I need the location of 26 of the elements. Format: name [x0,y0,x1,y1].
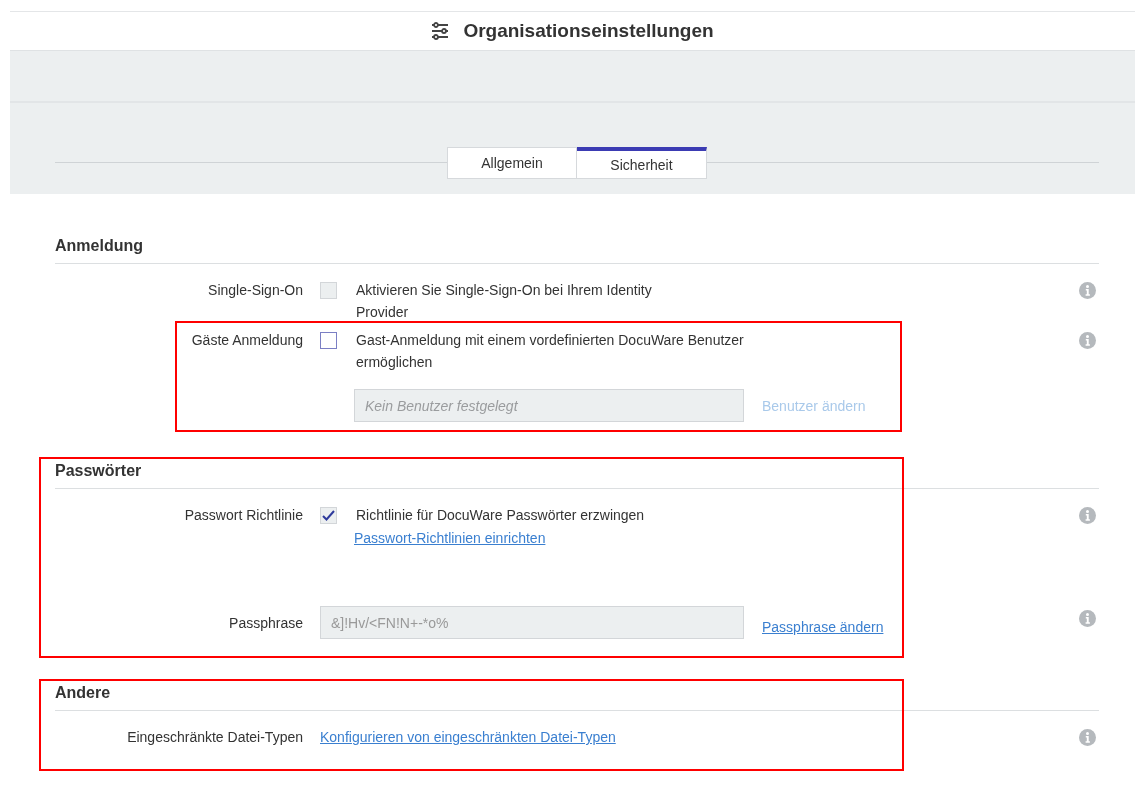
settings-icon [431,22,450,40]
passphrase-field[interactable]: &]!Hv/<FN!N+-*o% [320,606,744,639]
setting-label: Passphrase [229,614,303,633]
setting-label: Single-Sign-On [208,281,303,300]
tab[interactable]: Allgemein [447,147,577,179]
info-icon[interactable] [1079,332,1096,349]
page-title: Organisationseinstellungen [463,20,714,42]
section-heading: Passwörter [55,460,1099,489]
info-icon[interactable] [1079,282,1096,299]
link[interactable]: Konfigurieren von eingeschränkten Datei-Typen [320,729,616,745]
setting-label: Gäste Anmeldung [191,331,303,350]
user-field[interactable]: Kein Benutzer festgelegt [354,389,744,422]
section-heading: Andere [55,682,1099,711]
checkbox-label: Aktivieren Sie Single-Sign-On bei Ihrem Identity Provider [356,281,653,322]
section-heading: Anmeldung [55,235,1099,264]
link[interactable]: Passwort-Richtlinien einrichten [354,530,546,546]
tab[interactable]: Sicherheit [577,147,707,179]
checkbox[interactable] [320,332,337,349]
info-icon[interactable] [1079,729,1096,746]
setting-label: Passwort Richtlinie [184,506,303,525]
checkbox-label: Richtlinie für DocuWare Passwörter erzwingen [356,506,645,525]
setting-label: Eingeschränkte Datei-Typen [127,728,303,747]
info-icon[interactable] [1079,610,1096,627]
checkbox-label: Gast-Anmeldung mit einem vordefinierten DocuWare Benutzer ermöglichen [356,331,745,372]
link[interactable]: Passphrase ändern [762,615,884,638]
info-icon[interactable] [1079,507,1096,524]
